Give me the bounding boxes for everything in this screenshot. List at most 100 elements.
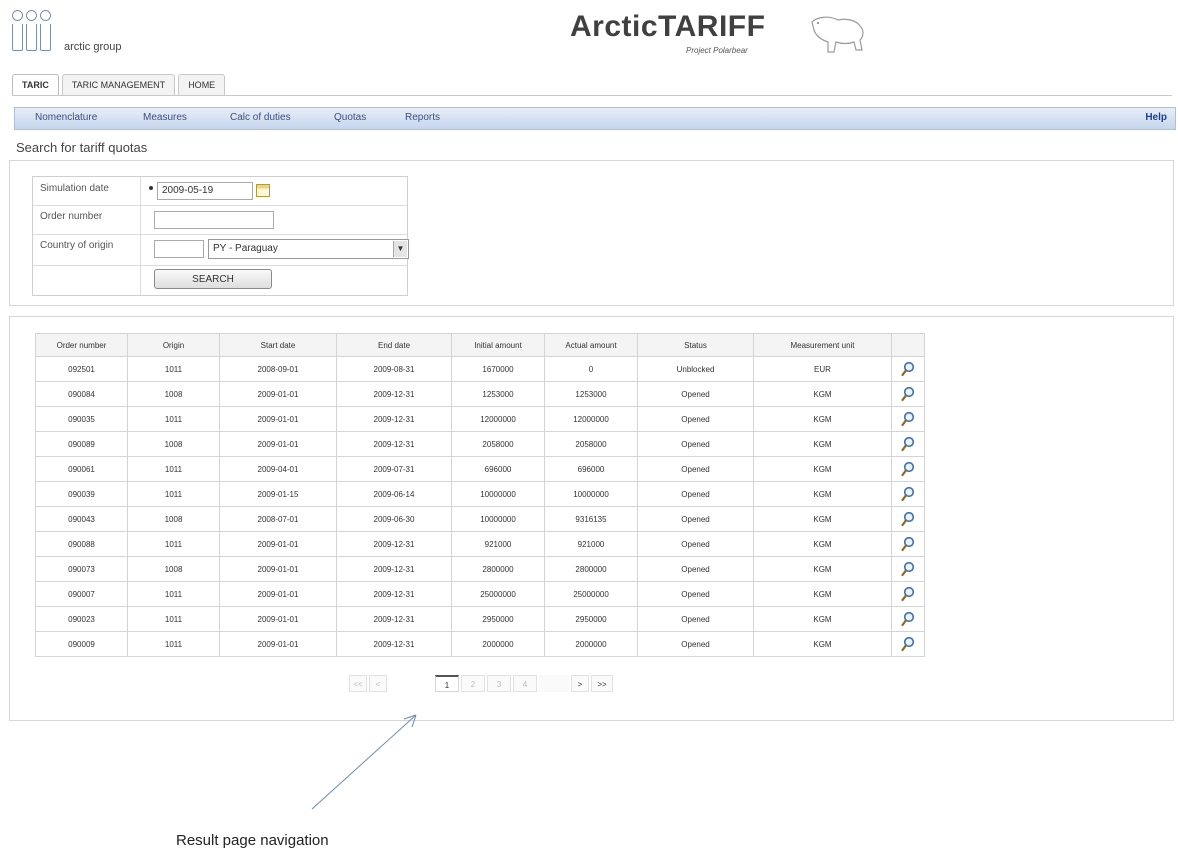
column-header-status: Status [637, 333, 754, 357]
row-action-cell [891, 381, 925, 407]
app-title: ArcticTARIFF [570, 10, 766, 43]
cell-order-number: 090009 [35, 631, 128, 657]
cell-start-date: 2009-01-01 [219, 531, 337, 557]
column-header-actual-amount: Actual amount [544, 333, 638, 357]
cell-actual-amount: 12000000 [544, 406, 638, 432]
magnifier-icon[interactable] [901, 411, 915, 427]
app-subtitle: Project Polarbear [686, 46, 748, 55]
cell-actual-amount: 25000000 [544, 581, 638, 607]
cell-order-number: 090084 [35, 381, 128, 407]
table-row: 090084 1008 2009-01-01 2009-12-31 1253000 125… [35, 381, 925, 407]
cell-actual-amount: 696000 [544, 456, 638, 482]
results-body: 092501 1011 2008-09-01 2009-08-31 1670000 0 Un… [35, 356, 925, 657]
cell-actual-amount: 2950000 [544, 606, 638, 632]
cell-initial-amount: 2950000 [451, 606, 545, 632]
cell-order-number: 090061 [35, 456, 128, 482]
country-select[interactable]: PY - Paraguay ▼ [208, 239, 409, 259]
table-row: 090009 1011 2009-01-01 2009-12-31 2000000 200… [35, 631, 925, 657]
cell-status: Opened [637, 531, 754, 557]
help-link[interactable]: Help [1145, 112, 1167, 123]
cell-start-date: 2008-09-01 [219, 356, 337, 382]
magnifier-icon[interactable] [901, 536, 915, 552]
row-action-cell [891, 456, 925, 482]
row-action-cell [891, 606, 925, 632]
calendar-icon[interactable] [256, 184, 270, 197]
cell-order-number: 090089 [35, 431, 128, 457]
pager-spacer [389, 675, 433, 692]
menu-item-nomenclature[interactable]: Nomenclature [35, 112, 97, 123]
tab-taric[interactable]: TARIC [12, 74, 59, 95]
cell-initial-amount: 2058000 [451, 431, 545, 457]
cell-measurement-unit: KGM [753, 556, 892, 582]
menu-item-reports[interactable]: Reports [405, 112, 440, 123]
cell-actual-amount: 10000000 [544, 481, 638, 507]
column-header-action [891, 333, 925, 357]
magnifier-icon[interactable] [901, 436, 915, 452]
table-row: 090073 1008 2009-01-01 2009-12-31 2800000 280… [35, 556, 925, 582]
cell-origin: 1008 [127, 431, 220, 457]
row-action-cell [891, 356, 925, 382]
magnifier-icon[interactable] [901, 461, 915, 477]
cell-measurement-unit: KGM [753, 531, 892, 557]
cell-start-date: 2009-01-01 [219, 406, 337, 432]
pager-page-3[interactable]: 3 [487, 675, 511, 692]
cell-end-date: 2009-12-31 [336, 631, 452, 657]
cell-origin: 1011 [127, 456, 220, 482]
cell-origin: 1008 [127, 556, 220, 582]
cell-end-date: 2009-06-14 [336, 481, 452, 507]
pager-spacer-2 [539, 675, 569, 692]
tab-home[interactable]: HOME [178, 74, 226, 95]
chevron-down-icon[interactable]: ▼ [393, 241, 407, 257]
order-number-input[interactable] [154, 211, 274, 229]
magnifier-icon[interactable] [901, 636, 915, 652]
cell-measurement-unit: KGM [753, 631, 892, 657]
cell-initial-amount: 1253000 [451, 381, 545, 407]
cell-order-number: 090073 [35, 556, 128, 582]
table-row: 090088 1011 2009-01-01 2009-12-31 921000 9210… [35, 531, 925, 557]
country-code-input[interactable] [154, 240, 204, 258]
cell-origin: 1011 [127, 606, 220, 632]
cell-status: Opened [637, 431, 754, 457]
cell-actual-amount: 9316135 [544, 506, 638, 532]
table-row: 090089 1008 2009-01-01 2009-12-31 2058000 205… [35, 431, 925, 457]
pager-page-2[interactable]: 2 [461, 675, 485, 692]
row-action-cell [891, 581, 925, 607]
menu-item-calc-of-duties[interactable]: Calc of duties [230, 112, 291, 123]
cell-origin: 1011 [127, 481, 220, 507]
column-header-origin: Origin [127, 333, 220, 357]
pager-prev-button[interactable]: < [369, 675, 387, 692]
tab-taric-management[interactable]: TARIC MANAGEMENT [61, 74, 176, 95]
cell-order-number: 090023 [35, 606, 128, 632]
page-title: Search for tariff quotas [16, 140, 148, 155]
cell-initial-amount: 921000 [451, 531, 545, 557]
order-number-label: Order number [33, 205, 141, 234]
cell-measurement-unit: KGM [753, 381, 892, 407]
magnifier-icon[interactable] [901, 511, 915, 527]
cell-status: Unblocked [637, 356, 754, 382]
magnifier-icon[interactable] [901, 486, 915, 502]
cell-status: Opened [637, 456, 754, 482]
row-action-cell [891, 556, 925, 582]
simulation-date-input[interactable]: 2009-05-19 [157, 182, 253, 200]
pager-page-4[interactable]: 4 [513, 675, 537, 692]
magnifier-icon[interactable] [901, 586, 915, 602]
pager-last-button[interactable]: >> [591, 675, 613, 692]
magnifier-icon[interactable] [901, 386, 915, 402]
row-action-cell [891, 631, 925, 657]
pager-page-1[interactable]: 1 [435, 675, 459, 692]
menu-item-measures[interactable]: Measures [143, 112, 187, 123]
magnifier-icon[interactable] [901, 561, 915, 577]
pager-first-button[interactable]: << [349, 675, 367, 692]
cell-end-date: 2009-12-31 [336, 581, 452, 607]
cell-status: Opened [637, 556, 754, 582]
magnifier-icon[interactable] [901, 611, 915, 627]
menu-item-quotas[interactable]: Quotas [334, 112, 366, 123]
polar-bear-icon [811, 16, 864, 53]
search-button[interactable]: SEARCH [154, 269, 272, 289]
results-panel: Order number Origin Start date End date … [9, 316, 1174, 721]
magnifier-icon[interactable] [901, 361, 915, 377]
annotation-arrow [311, 714, 417, 810]
pager-next-button[interactable]: > [571, 675, 589, 692]
country-select-value: PY - Paraguay [213, 243, 278, 254]
cell-initial-amount: 12000000 [451, 406, 545, 432]
